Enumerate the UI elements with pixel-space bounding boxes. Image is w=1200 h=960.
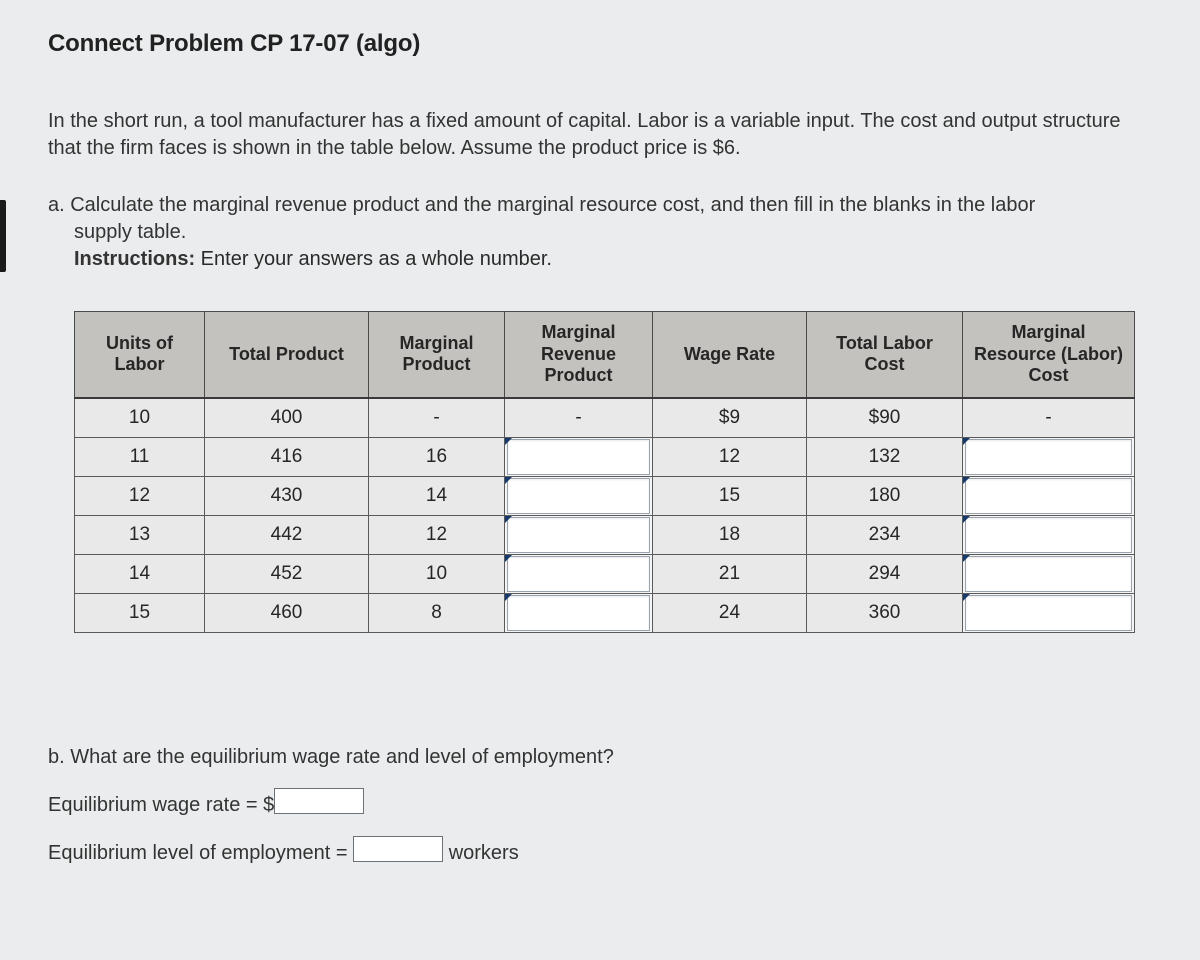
equilibrium-wage-line: Equilibrium wage rate = $: [48, 781, 1152, 829]
equilibrium-employment-line: Equilibrium level of employment = worker…: [48, 829, 1152, 877]
cell-mrp-input[interactable]: [505, 515, 653, 554]
equilibrium-employment-label-post: workers: [443, 842, 519, 864]
cell-wage-rate: 18: [653, 515, 807, 554]
cell-wage-rate: 12: [653, 437, 807, 476]
cell-units: 10: [75, 398, 205, 438]
table-row: 1243014 15180: [75, 476, 1135, 515]
cell-mrp-input[interactable]: [505, 476, 653, 515]
cell-total-labor-cost: 180: [807, 476, 963, 515]
cell-total-labor-cost: $90: [807, 398, 963, 438]
input-box[interactable]: [965, 517, 1132, 553]
cell-units: 11: [75, 437, 205, 476]
header-units-of-labor: Units of Labor: [75, 312, 205, 398]
input-box[interactable]: [507, 595, 650, 631]
input-box[interactable]: [507, 556, 650, 592]
equilibrium-employment-input[interactable]: [353, 836, 443, 862]
cell-mrc: -: [963, 398, 1135, 438]
table-row: 1141616 12132: [75, 437, 1135, 476]
cell-units: 13: [75, 515, 205, 554]
cell-mrp-input[interactable]: [505, 554, 653, 593]
header-total-product: Total Product: [205, 312, 369, 398]
input-box[interactable]: [507, 439, 650, 475]
part-a-cont: supply table.: [48, 219, 1152, 246]
cell-total-labor-cost: 294: [807, 554, 963, 593]
header-mrp: Marginal Revenue Product: [505, 312, 653, 398]
instructions-text: Enter your answers as a whole number.: [195, 248, 552, 270]
input-box[interactable]: [965, 556, 1132, 592]
cell-total-product: 442: [205, 515, 369, 554]
input-marker-icon: [505, 477, 512, 484]
cell-wage-rate: $9: [653, 398, 807, 438]
cell-total-labor-cost: 132: [807, 437, 963, 476]
input-box[interactable]: [965, 439, 1132, 475]
cell-mrc-input[interactable]: [963, 515, 1135, 554]
table-row: 1344212 18234: [75, 515, 1135, 554]
table-header-row: Units of Labor Total Product Marginal Pr…: [75, 312, 1135, 398]
labor-supply-table: Units of Labor Total Product Marginal Pr…: [74, 311, 1135, 633]
cell-mrp-input[interactable]: [505, 437, 653, 476]
cell-units: 14: [75, 554, 205, 593]
cell-total-labor-cost: 234: [807, 515, 963, 554]
input-marker-icon: [505, 555, 512, 562]
cell-marginal-product: 14: [369, 476, 505, 515]
cell-marginal-product: 8: [369, 593, 505, 632]
equilibrium-employment-label-pre: Equilibrium level of employment =: [48, 842, 353, 864]
page-side-marker: [0, 200, 6, 272]
instructions-label: Instructions:: [74, 248, 195, 270]
header-marginal-product: Marginal Product: [369, 312, 505, 398]
cell-mrp-input[interactable]: [505, 593, 653, 632]
input-marker-icon: [505, 438, 512, 445]
input-marker-icon: [963, 594, 970, 601]
cell-total-product: 400: [205, 398, 369, 438]
cell-mrc-input[interactable]: [963, 476, 1135, 515]
part-a-lead: a. Calculate the marginal revenue produc…: [48, 194, 1035, 216]
table-row: 10400--$9$90-: [75, 398, 1135, 438]
input-marker-icon: [963, 516, 970, 523]
equilibrium-wage-input[interactable]: [274, 788, 364, 814]
header-mrc: Marginal Resource (Labor) Cost: [963, 312, 1135, 398]
cell-total-product: 460: [205, 593, 369, 632]
instructions-line: Instructions: Enter your answers as a wh…: [48, 248, 1152, 271]
cell-mrc-input[interactable]: [963, 593, 1135, 632]
cell-marginal-product: 16: [369, 437, 505, 476]
part-b-block: b. What are the equilibrium wage rate an…: [48, 733, 1152, 877]
cell-units: 12: [75, 476, 205, 515]
cell-marginal-product: 10: [369, 554, 505, 593]
cell-total-product: 430: [205, 476, 369, 515]
cell-wage-rate: 15: [653, 476, 807, 515]
input-box[interactable]: [507, 478, 650, 514]
header-wage-rate: Wage Rate: [653, 312, 807, 398]
part-b-question: b. What are the equilibrium wage rate an…: [48, 733, 1152, 781]
part-a-text: a. Calculate the marginal revenue produc…: [48, 192, 1152, 246]
cell-units: 15: [75, 593, 205, 632]
input-box[interactable]: [965, 478, 1132, 514]
cell-marginal-product: 12: [369, 515, 505, 554]
input-box[interactable]: [965, 595, 1132, 631]
header-total-labor-cost: Total Labor Cost: [807, 312, 963, 398]
table-row: 154608 24360: [75, 593, 1135, 632]
cell-total-product: 416: [205, 437, 369, 476]
input-marker-icon: [505, 594, 512, 601]
problem-title: Connect Problem CP 17-07 (algo): [48, 30, 1152, 58]
table-row: 1445210 21294: [75, 554, 1135, 593]
cell-mrc-input[interactable]: [963, 554, 1135, 593]
cell-wage-rate: 21: [653, 554, 807, 593]
equilibrium-wage-label: Equilibrium wage rate = $: [48, 794, 274, 816]
input-marker-icon: [963, 477, 970, 484]
cell-wage-rate: 24: [653, 593, 807, 632]
input-marker-icon: [505, 516, 512, 523]
cell-total-labor-cost: 360: [807, 593, 963, 632]
cell-mrp: -: [505, 398, 653, 438]
problem-intro: In the short run, a tool manufacturer ha…: [48, 108, 1152, 162]
cell-marginal-product: -: [369, 398, 505, 438]
input-marker-icon: [963, 438, 970, 445]
cell-mrc-input[interactable]: [963, 437, 1135, 476]
input-box[interactable]: [507, 517, 650, 553]
input-marker-icon: [963, 555, 970, 562]
cell-total-product: 452: [205, 554, 369, 593]
